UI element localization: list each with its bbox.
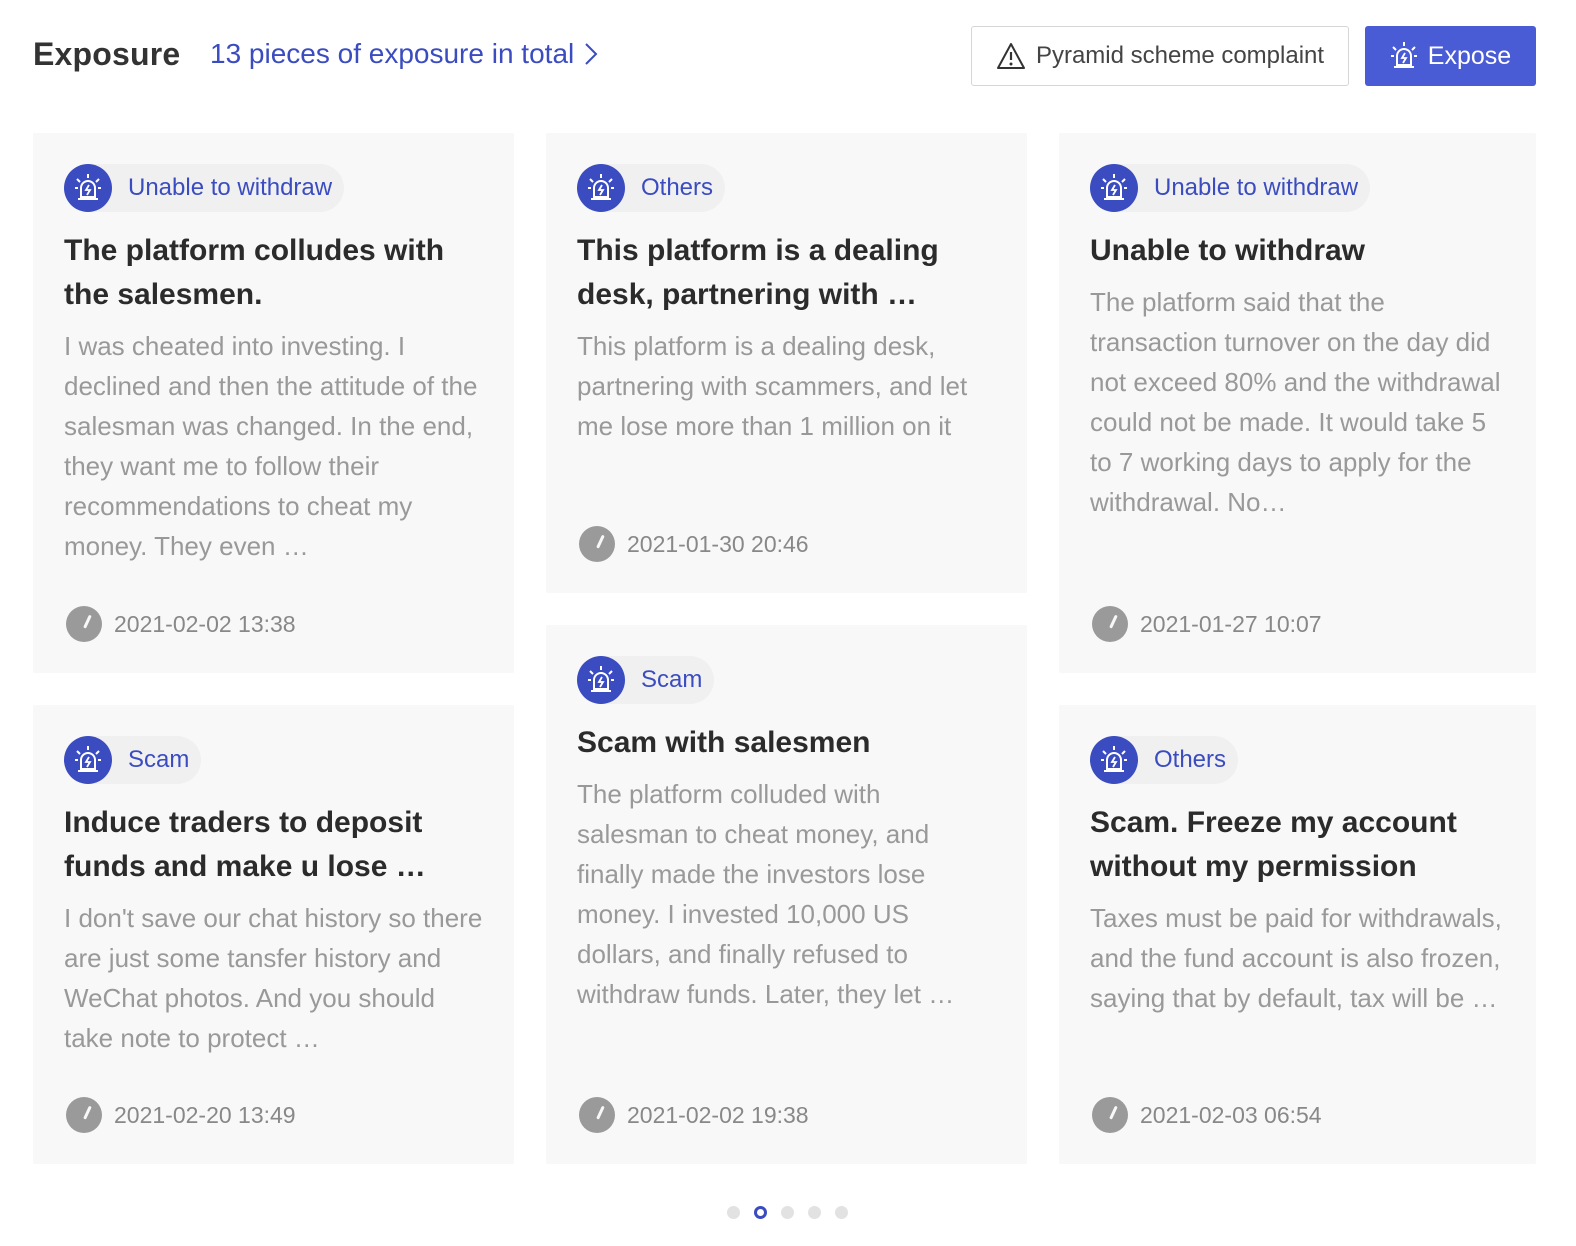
pagination-dot-5[interactable] bbox=[834, 1206, 848, 1219]
card-timestamp: 2021-01-27 10:07 bbox=[1092, 606, 1322, 642]
card-body: The platform said that the transaction t… bbox=[1090, 287, 1501, 517]
category-label: Unable to withdraw bbox=[1154, 174, 1359, 201]
timestamp-text: 2021-01-27 10:07 bbox=[1140, 610, 1322, 637]
pagination-dot-3[interactable] bbox=[780, 1206, 794, 1219]
card-body: I don't save our chat history so there a… bbox=[64, 903, 483, 1053]
category-label: Scam bbox=[128, 746, 190, 773]
category-tag: Scam bbox=[577, 656, 715, 704]
exposure-card[interactable]: Others Scam. Freeze my account without m… bbox=[1059, 705, 1536, 1164]
pagination-dot-2[interactable] bbox=[753, 1206, 767, 1219]
total-exposure-link[interactable]: 13 pieces of exposure in total bbox=[210, 38, 598, 70]
card-title: Induce traders to deposit funds and make… bbox=[64, 806, 426, 883]
card-title: Scam with salesmen bbox=[577, 726, 871, 759]
category-label: Others bbox=[641, 174, 714, 201]
timestamp-text: 2021-02-02 19:38 bbox=[627, 1101, 809, 1128]
timestamp-text: 2021-02-02 13:38 bbox=[114, 610, 296, 637]
category-tag: Unable to withdraw bbox=[64, 164, 345, 212]
card-timestamp: 2021-02-03 06:54 bbox=[1092, 1097, 1322, 1133]
card-body: The platform colluded with salesman to c… bbox=[577, 779, 955, 1009]
clock-icon bbox=[1092, 1097, 1128, 1133]
clock-icon bbox=[66, 1097, 102, 1133]
pagination-dot-4[interactable] bbox=[807, 1206, 821, 1219]
exposure-card[interactable]: Others This platform is a dealing desk, … bbox=[546, 133, 1027, 593]
carousel-pagination bbox=[0, 1206, 1576, 1219]
card-timestamp: 2021-02-02 13:38 bbox=[66, 606, 296, 642]
pagination-dot-1[interactable] bbox=[726, 1206, 740, 1219]
timestamp-text: 2021-02-03 06:54 bbox=[1140, 1101, 1322, 1128]
category-label: Unable to withdraw bbox=[128, 174, 333, 201]
alarm-icon bbox=[64, 164, 112, 212]
exposure-card[interactable]: Unable to withdraw Unable to withdraw Th… bbox=[1059, 133, 1536, 673]
category-label: Others bbox=[1154, 746, 1227, 773]
card-timestamp: 2021-01-30 20:46 bbox=[579, 526, 809, 562]
card-body: This platform is a dealing desk, partner… bbox=[577, 331, 968, 441]
card-body: I was cheated into investing. I declined… bbox=[64, 331, 478, 561]
clock-icon bbox=[579, 526, 615, 562]
alarm-icon bbox=[577, 164, 625, 212]
expose-label: Expose bbox=[1427, 41, 1512, 70]
alarm-icon bbox=[64, 736, 112, 784]
category-tag: Scam bbox=[64, 736, 202, 784]
card-title: Unable to withdraw bbox=[1090, 234, 1366, 267]
page-header: Exposure 13 pieces of exposure in total … bbox=[0, 0, 1576, 110]
pyramid-complaint-label: Pyramid scheme complaint bbox=[1035, 42, 1325, 69]
clock-icon bbox=[1092, 606, 1128, 642]
card-title: The platform colludes with the salesmen. bbox=[64, 234, 445, 311]
clock-icon bbox=[579, 1097, 615, 1133]
expose-button[interactable]: Expose bbox=[1365, 26, 1536, 86]
page-title: Exposure bbox=[33, 36, 181, 72]
warning-icon bbox=[996, 43, 1025, 69]
exposure-card[interactable]: Unable to withdraw The platform colludes… bbox=[33, 133, 514, 673]
alarm-icon bbox=[577, 656, 625, 704]
alarm-icon bbox=[1390, 42, 1417, 68]
category-tag: Others bbox=[577, 164, 726, 212]
category-label: Scam bbox=[641, 666, 703, 693]
card-body: Taxes must be paid for withdrawals, and … bbox=[1090, 903, 1502, 1013]
alarm-icon bbox=[1090, 736, 1138, 784]
alarm-icon bbox=[1090, 164, 1138, 212]
total-exposure-label: 13 pieces of exposure in total bbox=[210, 38, 575, 69]
exposure-card[interactable]: Scam Induce traders to deposit funds and… bbox=[33, 705, 514, 1164]
exposure-card[interactable]: Scam Scam with salesmen The platform col… bbox=[546, 625, 1027, 1164]
timestamp-text: 2021-02-20 13:49 bbox=[114, 1101, 296, 1128]
card-title: This platform is a dealing desk, partner… bbox=[577, 234, 939, 311]
timestamp-text: 2021-01-30 20:46 bbox=[627, 530, 809, 557]
clock-icon bbox=[66, 606, 102, 642]
category-tag: Unable to withdraw bbox=[1090, 164, 1371, 212]
pyramid-complaint-button[interactable]: Pyramid scheme complaint bbox=[971, 26, 1349, 86]
category-tag: Others bbox=[1090, 736, 1239, 784]
card-title: Scam. Freeze my account without my permi… bbox=[1090, 806, 1457, 883]
chevron-right-icon bbox=[585, 43, 598, 65]
card-timestamp: 2021-02-20 13:49 bbox=[66, 1097, 296, 1133]
card-timestamp: 2021-02-02 19:38 bbox=[579, 1097, 809, 1133]
